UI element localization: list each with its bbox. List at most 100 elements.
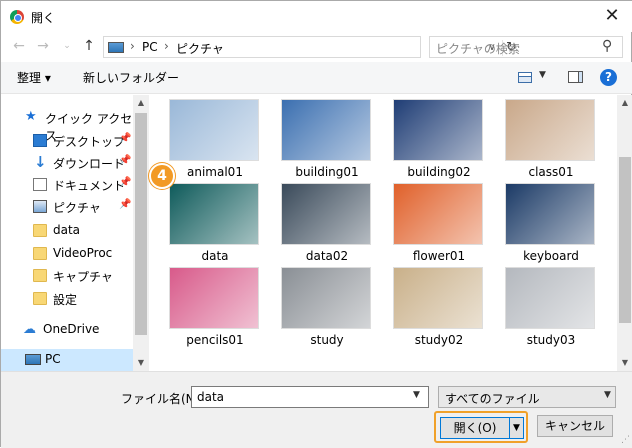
file-item[interactable]: pencils01 (165, 267, 265, 349)
folder-icon (33, 224, 47, 237)
open-button-highlight: 開く(O) ▼ (434, 411, 528, 443)
file-name: data (201, 249, 229, 263)
sidebar-item-pc[interactable]: PC (1, 349, 133, 371)
scroll-thumb[interactable] (619, 157, 631, 323)
download-icon: ↓ (34, 153, 47, 171)
search-icon[interactable]: ⚲ (602, 38, 612, 54)
address-bar[interactable]: › PC › ピクチャ ∨ ↻ (103, 36, 517, 58)
folder-icon (33, 269, 47, 282)
file-name: animal01 (187, 165, 243, 179)
sidebar-item-downloads[interactable]: ↓ ダウンロード 📌 (1, 152, 133, 174)
file-item[interactable]: building01 (277, 99, 377, 181)
sidebar-item-quick-access[interactable]: ★ クイック アクセス (1, 107, 133, 143)
chevron-down-icon[interactable]: ▼ (604, 390, 611, 400)
file-item[interactable]: flower01 (389, 183, 489, 265)
navigation-pane: ★ クイック アクセス デスクトップ 📌 ↓ ダウンロード 📌 ドキュメント 📌… (1, 95, 149, 371)
file-name: pencils01 (186, 333, 244, 347)
search-box[interactable]: ピクチャの検索 ⚲ (429, 36, 623, 58)
file-thumbnail (393, 99, 483, 161)
file-thumbnail (505, 267, 595, 329)
sidebar-item-label: キャプチャ (53, 270, 113, 284)
chevron-right-icon[interactable]: › (130, 39, 135, 53)
chevron-down-icon[interactable]: ▼ (413, 390, 420, 400)
file-item[interactable]: data (165, 183, 265, 265)
cloud-icon: ☁ (23, 322, 36, 337)
sidebar-item-label: OneDrive (43, 322, 100, 336)
file-name: data02 (305, 249, 349, 263)
pc-icon (25, 354, 41, 365)
up-arrow-icon[interactable]: ↑ (79, 36, 99, 56)
file-thumbnail (281, 267, 371, 329)
file-item[interactable]: animal01 (165, 99, 265, 181)
organize-button[interactable]: 整理 ▾ (17, 69, 51, 86)
breadcrumb-pc[interactable]: PC (142, 40, 158, 54)
file-thumbnail (393, 267, 483, 329)
folder-icon (33, 292, 47, 305)
pin-icon: 📌 (119, 199, 132, 210)
star-icon: ★ (25, 109, 37, 124)
scroll-down-icon[interactable]: ▼ (617, 355, 632, 371)
open-button[interactable]: 開く(O) (440, 417, 510, 439)
sidebar-item-desktop[interactable]: デスクトップ 📌 (1, 130, 133, 152)
sidebar-item-label: ドキュメント (53, 179, 126, 193)
pin-icon: 📌 (119, 133, 132, 144)
resize-grip-icon[interactable]: ⋰ (621, 435, 630, 445)
command-toolbar: 整理 ▾ 新しいフォルダー ▼ ? (1, 62, 632, 94)
navigation-bar: ← → ⌄ ↑ › PC › ピクチャ ∨ ↻ ピクチャの検索 ⚲ (1, 32, 632, 62)
scroll-up-icon[interactable]: ▲ (617, 95, 632, 111)
close-icon[interactable]: ✕ (593, 3, 631, 29)
sidebar-item-videoproc[interactable]: VideoProc (1, 243, 133, 265)
file-item[interactable]: data02 (277, 183, 377, 265)
file-item[interactable]: study03 (501, 267, 601, 349)
sidebar-item-pictures[interactable]: ピクチャ 📌 (1, 196, 133, 218)
sidebar-item-data[interactable]: data (1, 220, 133, 242)
sidebar-item-onedrive[interactable]: ☁ OneDrive (1, 319, 133, 341)
scroll-thumb[interactable] (135, 113, 147, 335)
cancel-button[interactable]: キャンセル (537, 415, 613, 437)
sidebar-item-label: ピクチャ (53, 201, 101, 215)
desktop-icon (33, 134, 47, 147)
file-thumbnail (281, 183, 371, 245)
sidebar-item-label: data (53, 223, 81, 237)
window-title: 開く (31, 11, 56, 25)
back-arrow-icon[interactable]: ← (9, 36, 29, 56)
search-placeholder: ピクチャの検索 (436, 42, 520, 56)
sidebar-scrollbar[interactable]: ▲ ▼ (133, 95, 149, 371)
file-name: study (310, 333, 344, 347)
preview-pane-icon[interactable] (568, 71, 583, 83)
filename-input[interactable]: data (191, 386, 429, 408)
chevron-right-icon[interactable]: › (164, 39, 169, 53)
sidebar-item-label: デスクトップ (53, 135, 126, 149)
document-icon (33, 178, 47, 191)
sidebar-item-label: VideoProc (53, 246, 113, 260)
file-item[interactable]: class01 (501, 99, 601, 181)
folder-icon (33, 247, 47, 260)
sidebar-item-capture[interactable]: キャプチャ (1, 265, 133, 287)
pictures-icon (33, 200, 47, 213)
filetype-select[interactable]: すべてのファイル (438, 386, 616, 408)
pin-icon: 📌 (119, 155, 132, 166)
view-mode-icon[interactable] (518, 72, 532, 83)
file-item[interactable]: study02 (389, 267, 489, 349)
recent-dropdown-icon[interactable]: ⌄ (57, 36, 77, 56)
scroll-down-icon[interactable]: ▼ (133, 355, 149, 371)
file-name: building01 (295, 165, 359, 179)
sidebar-item-documents[interactable]: ドキュメント 📌 (1, 174, 133, 196)
title-bar: 開く ✕ (1, 1, 632, 32)
sidebar-item-label: 設定 (53, 293, 78, 307)
file-thumbnail (505, 183, 595, 245)
sidebar-item-label: ダウンロード (53, 157, 126, 171)
file-item[interactable]: building02 (389, 99, 489, 181)
sidebar-item-settings[interactable]: 設定 (1, 288, 133, 310)
file-item[interactable]: study (277, 267, 377, 349)
chevron-down-icon[interactable]: ▼ (539, 70, 546, 80)
new-folder-button[interactable]: 新しいフォルダー (83, 69, 179, 86)
file-item[interactable]: keyboard (501, 183, 601, 265)
file-view-scrollbar[interactable]: ▲ ▼ (617, 95, 632, 371)
help-icon[interactable]: ? (600, 69, 617, 86)
open-dropdown-icon[interactable]: ▼ (510, 417, 524, 439)
scroll-up-icon[interactable]: ▲ (133, 95, 149, 111)
forward-arrow-icon[interactable]: → (33, 36, 53, 56)
breadcrumb-pictures[interactable]: ピクチャ (176, 40, 224, 57)
file-thumbnail (505, 99, 595, 161)
